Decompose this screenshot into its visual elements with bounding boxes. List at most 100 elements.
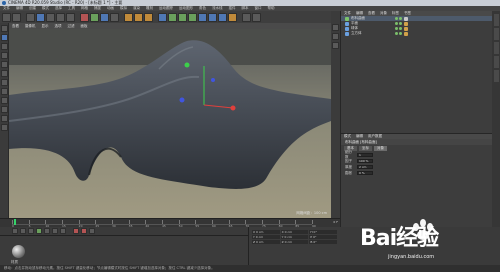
render-visibility-dot[interactable] xyxy=(399,17,402,20)
render-view-icon[interactable] xyxy=(124,12,133,22)
coordinate-field[interactable]: Y 0 cm xyxy=(252,235,280,239)
undo-icon[interactable] xyxy=(2,12,11,22)
go-to-end-icon[interactable] xyxy=(60,228,66,234)
planar-workplane-icon[interactable] xyxy=(0,124,8,131)
coordinate-field[interactable]: H 0° xyxy=(309,230,337,234)
redo-icon[interactable] xyxy=(12,12,21,22)
z-axis-handle-tip-2[interactable] xyxy=(211,78,215,82)
viewport-scene[interactable] xyxy=(9,29,331,218)
attribute-tab[interactable]: 对象 xyxy=(374,146,387,151)
panel-toggle-icon-2[interactable] xyxy=(332,33,339,40)
workplane-icon[interactable] xyxy=(0,52,8,59)
visibility-flags[interactable] xyxy=(395,22,402,25)
camera-icon[interactable] xyxy=(218,12,227,22)
watermark-url: jingyan.baidu.com xyxy=(388,254,435,260)
points-mode-icon[interactable] xyxy=(0,61,8,68)
object-icon xyxy=(345,21,349,26)
y-axis-lock-icon[interactable] xyxy=(90,12,99,22)
record-icon[interactable] xyxy=(73,228,79,234)
layout-icon[interactable] xyxy=(252,12,261,22)
attribute-value-field[interactable]: 100 % xyxy=(357,159,373,163)
polygons-mode-icon[interactable] xyxy=(0,79,8,86)
visibility-flags[interactable] xyxy=(395,17,402,20)
move-tool-icon[interactable] xyxy=(36,12,45,22)
coordinate-field[interactable]: B 0° xyxy=(309,240,337,244)
tag-icon[interactable] xyxy=(404,31,408,36)
render-visibility-dot[interactable] xyxy=(399,22,402,25)
side-tab-structure[interactable] xyxy=(493,42,499,54)
snap-icon[interactable] xyxy=(0,106,8,113)
scale-tool-icon[interactable] xyxy=(46,12,55,22)
model-mode-icon[interactable] xyxy=(0,34,8,41)
editor-visibility-dot[interactable] xyxy=(395,27,398,30)
play-icon[interactable] xyxy=(36,228,42,234)
script-icon[interactable] xyxy=(242,12,251,22)
tag-icon[interactable] xyxy=(404,21,408,26)
enable-axis-icon[interactable] xyxy=(0,88,8,95)
render-to-picture-viewer-icon[interactable] xyxy=(134,12,143,22)
panel-toggle-icon-3[interactable] xyxy=(332,42,339,49)
tag-icon[interactable] xyxy=(404,16,408,21)
deformer-icon[interactable] xyxy=(198,12,207,22)
pen-spline-icon[interactable] xyxy=(168,12,177,22)
render-visibility-dot[interactable] xyxy=(399,32,402,35)
visibility-flags[interactable] xyxy=(395,27,402,30)
next-key-icon[interactable] xyxy=(52,228,58,234)
coordinate-field[interactable]: X 0 cm xyxy=(280,230,309,234)
cube-primitive-icon[interactable] xyxy=(158,12,167,22)
keyframe-selection-icon[interactable] xyxy=(89,228,95,234)
editor-visibility-dot[interactable] xyxy=(395,32,398,35)
timeline-playhead[interactable] xyxy=(14,219,16,225)
visibility-flags[interactable] xyxy=(395,32,402,35)
coordinate-field[interactable]: Y 0 cm xyxy=(280,235,309,239)
side-tab-objects[interactable] xyxy=(493,14,499,26)
tweak-mode-icon[interactable] xyxy=(0,97,8,104)
lock-workplane-icon[interactable] xyxy=(0,115,8,122)
z-axis-handle-tip[interactable] xyxy=(179,97,185,103)
editor-visibility-dot[interactable] xyxy=(395,17,398,20)
x-axis-lock-icon[interactable] xyxy=(80,12,89,22)
side-tab-attributes[interactable] xyxy=(493,56,499,68)
manager-side-tabs xyxy=(492,11,500,227)
make-editable-icon[interactable] xyxy=(0,25,8,32)
coordinate-field[interactable]: Z 0 cm xyxy=(252,240,280,244)
edges-mode-icon[interactable] xyxy=(0,70,8,77)
live-select-icon[interactable] xyxy=(26,12,35,22)
attribute-label: 膨胀 xyxy=(345,170,352,175)
panel-toggle-icon[interactable] xyxy=(332,24,339,31)
side-tab-layers[interactable] xyxy=(493,70,499,82)
render-visibility-dot[interactable] xyxy=(399,27,402,30)
array-generator-icon[interactable] xyxy=(188,12,197,22)
coordinate-system-icon[interactable] xyxy=(110,12,119,22)
rotate-tool-icon[interactable] xyxy=(56,12,65,22)
object-row[interactable]: 立方体 xyxy=(341,31,492,36)
y-axis-handle-tip[interactable] xyxy=(184,62,190,68)
next-frame-icon[interactable] xyxy=(44,228,50,234)
side-tab-content-browser[interactable] xyxy=(493,28,499,40)
z-axis-lock-icon[interactable] xyxy=(100,12,109,22)
light-icon[interactable] xyxy=(228,12,237,22)
previous-key-icon[interactable] xyxy=(20,228,26,234)
attribute-value-field[interactable]: 0 % xyxy=(357,171,373,175)
editor-visibility-dot[interactable] xyxy=(395,22,398,25)
coordinate-field[interactable]: X 0 cm xyxy=(252,230,280,234)
attribute-value-field[interactable]: 2 cm xyxy=(357,165,373,169)
texture-mode-icon[interactable] xyxy=(0,43,8,50)
attribute-tab[interactable]: 坐标 xyxy=(359,146,372,151)
previous-frame-icon[interactable] xyxy=(28,228,34,234)
timeline[interactable]: 0 5 10 15 20 25 30 35 40 45 50 55 60 65 70 75 80 85 90 0 F xyxy=(0,218,340,228)
render-settings-icon[interactable] xyxy=(144,12,153,22)
subdivision-surface-icon[interactable] xyxy=(178,12,187,22)
perspective-viewport[interactable]: 网格间距：100 cm xyxy=(9,29,331,218)
tag-icon[interactable] xyxy=(404,26,408,31)
coordinate-field[interactable]: P 0° xyxy=(309,235,337,239)
recent-tools-icon[interactable] xyxy=(66,12,75,22)
attribute-value-field[interactable]: 1 xyxy=(357,153,373,157)
autokey-icon[interactable] xyxy=(81,228,87,234)
timeline-ruler[interactable]: 0 5 10 15 20 25 30 35 40 45 50 55 60 65 70 75 80 85 90 xyxy=(12,220,316,228)
coordinate-field[interactable]: Z 0 cm xyxy=(280,240,309,244)
x-axis-handle-tip[interactable] xyxy=(230,105,236,111)
go-to-start-icon[interactable] xyxy=(12,228,18,234)
material-preview-ball[interactable] xyxy=(12,245,25,258)
floor-environment-icon[interactable] xyxy=(208,12,217,22)
